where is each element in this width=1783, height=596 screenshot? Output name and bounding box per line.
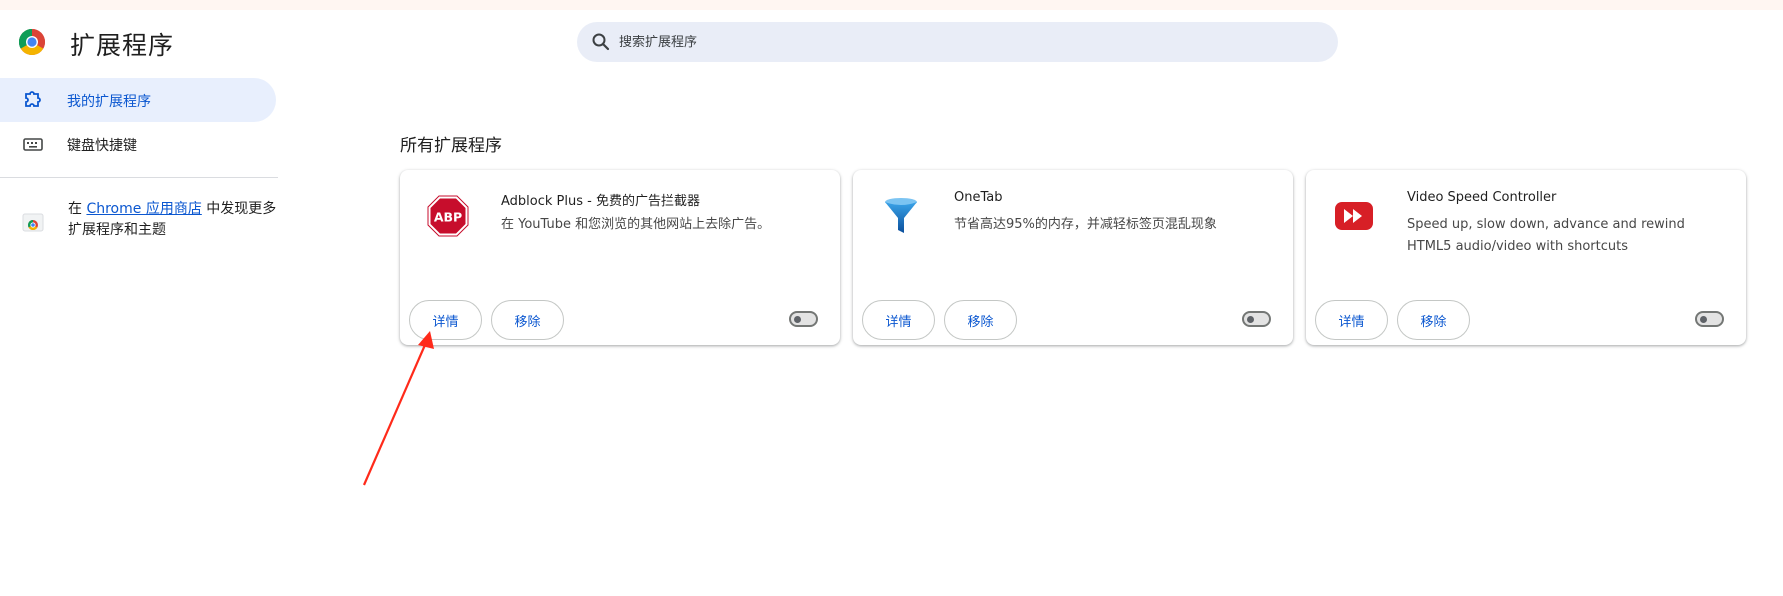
details-button[interactable]: 详情: [1315, 300, 1388, 340]
extension-name: Adblock Plus - 免费的广告拦截器: [501, 194, 700, 209]
sidebar-item-label: 我的扩展程序: [67, 94, 151, 110]
chrome-logo-icon: [18, 29, 46, 56]
funnel-icon: [885, 198, 917, 233]
extension-description: 在 YouTube 和您浏览的其他网站上去除广告。: [501, 217, 771, 232]
remove-button[interactable]: 移除: [944, 300, 1017, 340]
extension-card-adblock-plus: ABP Adblock Plus - 免费的广告拦截器 在 YouTube 和您…: [400, 170, 840, 345]
extension-description: Speed up, slow down, advance and rewind …: [1407, 217, 1685, 254]
search-input[interactable]: [619, 34, 1299, 50]
puzzle-icon: [25, 91, 41, 107]
enable-toggle[interactable]: [1695, 311, 1724, 327]
toggle-knob: [1247, 316, 1254, 323]
toggle-knob: [1700, 316, 1707, 323]
abp-stop-icon: ABP: [427, 195, 469, 237]
toggle-knob: [794, 316, 801, 323]
remove-button[interactable]: 移除: [1397, 300, 1470, 340]
enable-toggle[interactable]: [789, 311, 818, 327]
extension-description: 节省高达95%的内存，并减轻标签页混乱现象: [954, 217, 1217, 232]
extension-name: OneTab: [954, 190, 1003, 205]
fast-forward-icon: [1335, 202, 1373, 230]
extension-card-onetab: OneTab 节省高达95%的内存，并减轻标签页混乱现象 详情 移除: [853, 170, 1293, 345]
extension-name: Video Speed Controller: [1407, 190, 1557, 205]
extension-card-video-speed-controller: Video Speed Controller Speed up, slow do…: [1306, 170, 1746, 345]
chrome-web-store-link[interactable]: Chrome 应用商店: [86, 201, 201, 217]
keyboard-icon: [23, 138, 43, 151]
details-button[interactable]: 详情: [862, 300, 935, 340]
enable-toggle[interactable]: [1242, 311, 1271, 327]
svg-text:ABP: ABP: [434, 210, 462, 225]
promo-prefix: 在: [68, 201, 82, 217]
top-strip: [0, 0, 1783, 10]
search-bar[interactable]: [577, 22, 1338, 62]
sidebar-item-my-extensions[interactable]: 我的扩展程序: [0, 78, 276, 122]
sidebar-item-label: 键盘快捷键: [67, 138, 137, 154]
search-icon: [592, 33, 610, 51]
sidebar-divider: [0, 177, 278, 178]
web-store-icon: [22, 213, 44, 232]
page-title: 扩展程序: [70, 31, 175, 60]
section-title: 所有扩展程序: [400, 136, 502, 156]
sidebar-item-keyboard-shortcuts[interactable]: 键盘快捷键: [0, 122, 276, 166]
remove-button[interactable]: 移除: [491, 300, 564, 340]
details-button[interactable]: 详情: [409, 300, 482, 340]
